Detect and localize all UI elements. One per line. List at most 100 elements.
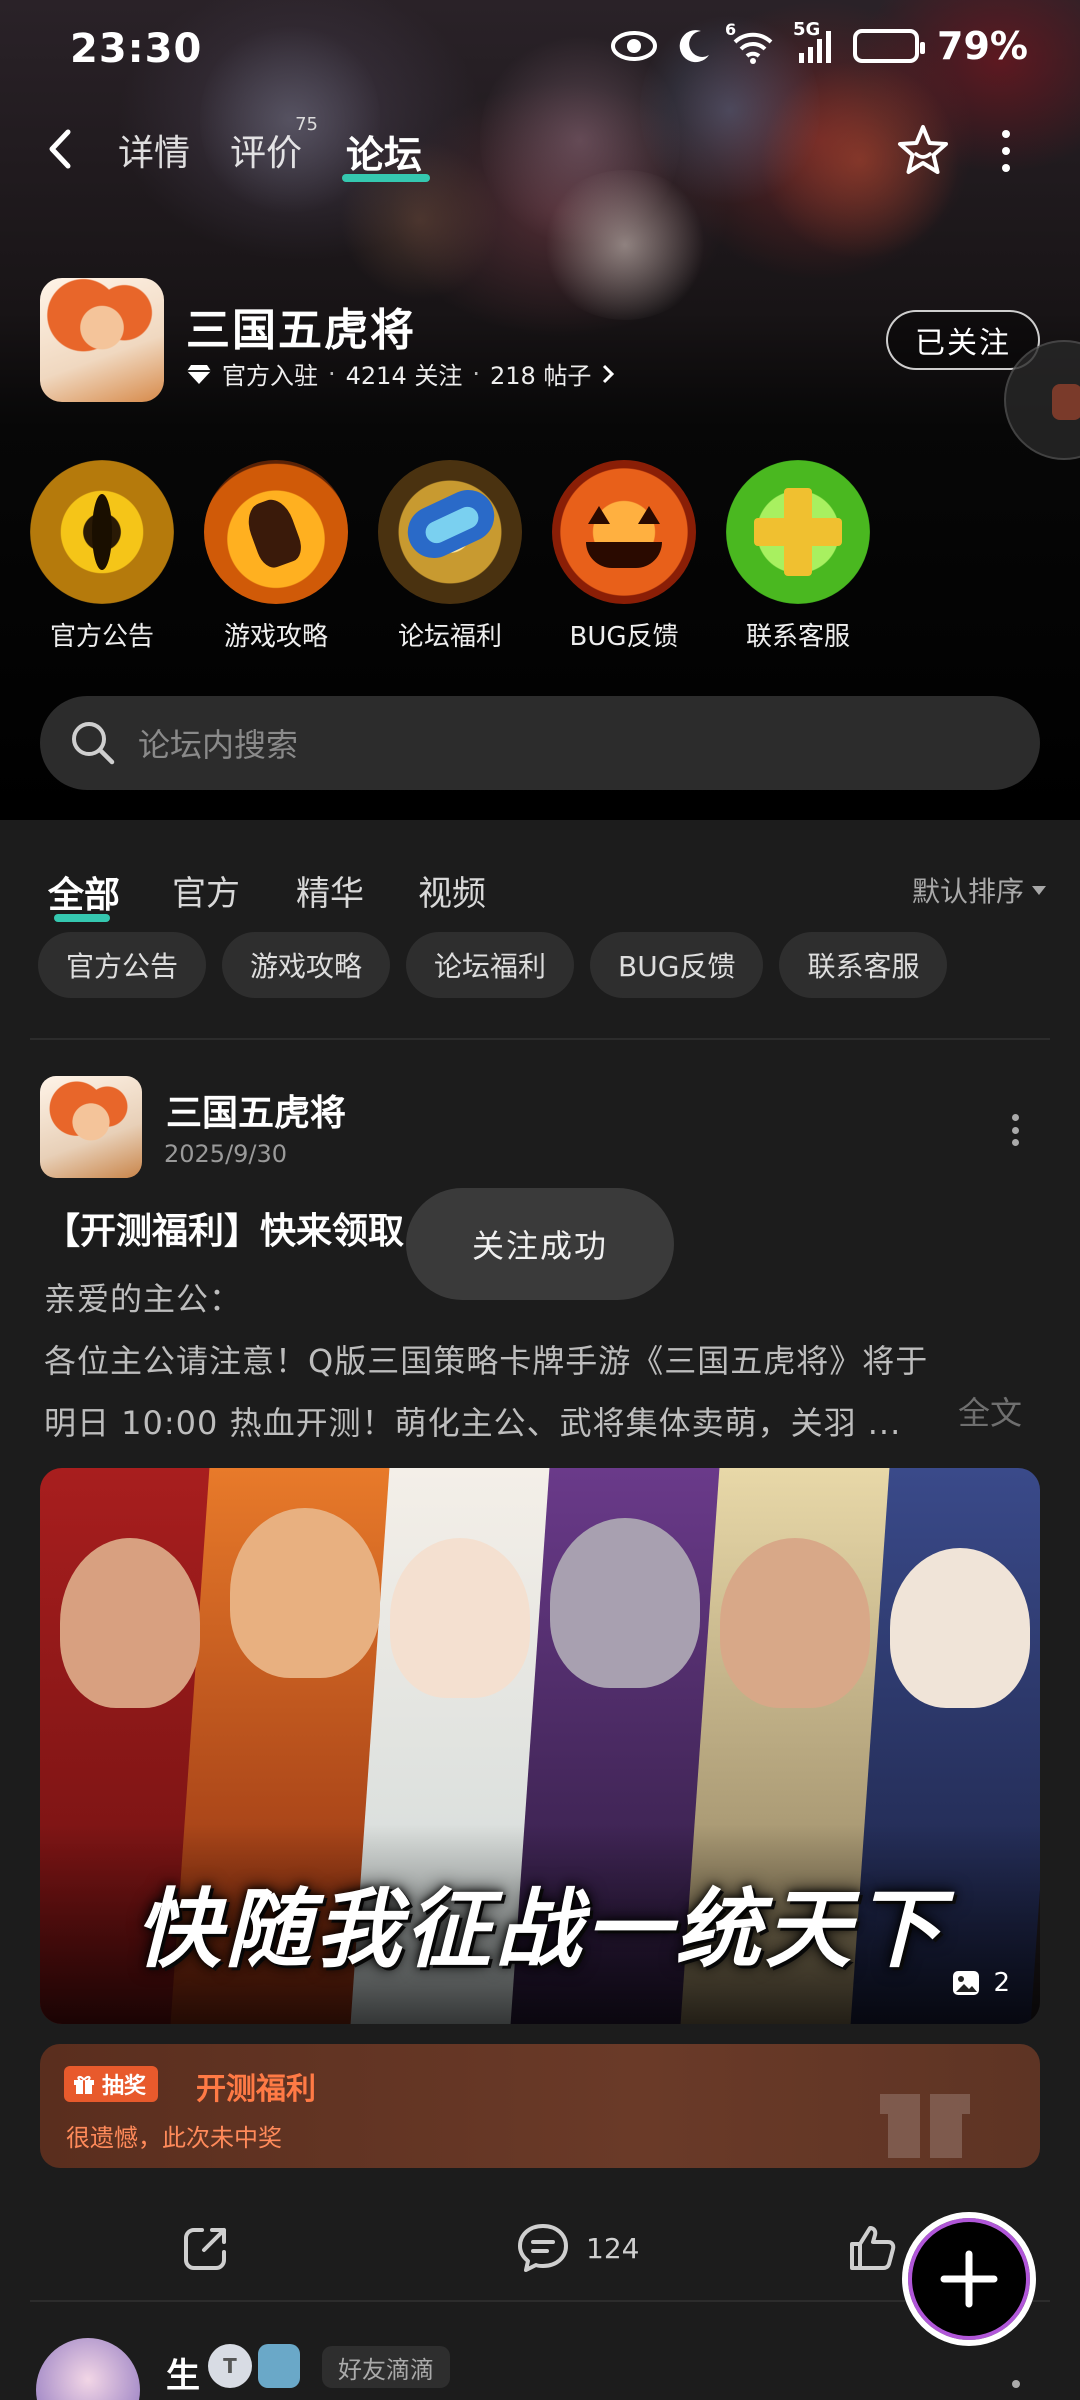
next-post-avatar[interactable] (36, 2338, 140, 2400)
share-icon (184, 2228, 226, 2270)
favorite-button[interactable] (894, 122, 952, 180)
reviews-count-badge: 75 (295, 114, 319, 135)
plus-cross-icon (726, 460, 870, 604)
post-body-line: 明日 10:00 热血开测！萌化主公、武将集体卖萌，关羽 ... (44, 1404, 902, 1442)
level-badge-text: T (223, 2354, 237, 2378)
wifi-icon: 6 (725, 20, 775, 64)
comment-count: 124 (586, 2231, 640, 2265)
feed-tab-official[interactable]: 官方 (172, 866, 240, 915)
post-more-button[interactable] (1010, 1114, 1020, 1146)
status-time: 23:30 (70, 26, 203, 72)
comment-button[interactable]: 124 (516, 2222, 639, 2274)
post-body-line: 各位主公请注意！Q版三国策略卡牌手游《三国五虎将》将于 (44, 1342, 929, 1380)
signal-icon: 5G (793, 19, 835, 65)
category-welfare[interactable]: 论坛福利 (378, 460, 522, 653)
category-label: 官方公告 (49, 622, 154, 652)
comment-icon (518, 2224, 568, 2272)
posts-count: 218 帖子 (490, 362, 592, 390)
tab-reviews[interactable]: 评价 75 (230, 114, 318, 176)
lottery-badge: 抽奖 (64, 2066, 159, 2102)
sort-label: 默认排序 (911, 875, 1024, 908)
chip-guides[interactable]: 游戏攻略 (222, 932, 391, 998)
lottery-result: 很遗憾，此次未中奖 (66, 2124, 282, 2152)
category-label: 游戏攻略 (223, 622, 328, 652)
forum-header: 23:30 6 5G 79% 详情 评价 75 论坛 三国五虎将 官方入驻 · … (0, 0, 1080, 820)
chip-bug-report[interactable]: BUG反馈 (590, 932, 764, 998)
category-shortcuts: 官方公告 游戏攻略 论坛福利 BUG反馈 联系客服 (0, 460, 1080, 660)
wifi-sup-text: 6 (725, 20, 737, 39)
post-title[interactable]: 【开测福利】快来领取 (44, 1202, 444, 1254)
game-icon[interactable] (40, 278, 164, 402)
image-count-text: 2 (993, 1968, 1010, 1998)
thumbs-up-icon (850, 2226, 896, 2270)
plus-icon (940, 2250, 998, 2308)
back-arrow-icon (49, 129, 71, 169)
search-icon (72, 722, 115, 765)
category-label: 联系客服 (745, 622, 850, 652)
search-placeholder: 论坛内搜索 (138, 726, 299, 764)
game-meta[interactable]: 官方入驻 · 4214 关注 · 218 帖子 (186, 356, 615, 391)
pumpkin-icon (552, 460, 696, 604)
feed-tab-featured[interactable]: 精华 (296, 866, 364, 915)
battery-icon (853, 29, 926, 63)
tab-forum[interactable]: 论坛 (346, 124, 422, 179)
more-menu-button[interactable] (996, 130, 1016, 172)
followers-count: 4214 关注 (345, 362, 463, 390)
category-announcements[interactable]: 官方公告 (30, 460, 174, 653)
divider (30, 2300, 1050, 2302)
post-date: 2025/9/30 (164, 1140, 288, 1168)
eye-emblem-icon (30, 460, 174, 604)
post-image[interactable]: 快随我征战一统天下 2 (40, 1468, 1040, 2024)
diamond-icon (187, 364, 211, 384)
eye-icon (611, 30, 658, 62)
full-text-link[interactable]: 全文 (958, 1388, 1022, 1434)
share-button[interactable] (180, 2222, 232, 2274)
star-icon (898, 125, 948, 174)
active-tab-indicator (342, 174, 430, 182)
feed-active-indicator (54, 914, 110, 922)
divider (30, 1038, 1050, 1040)
filter-chips: 官方公告 游戏攻略 论坛福利 BUG反馈 联系客服 (38, 932, 948, 998)
friend-tag: 好友滴滴 (322, 2346, 450, 2388)
forum-feed: 全部 官方 精华 视频 默认排序 官方公告 游戏攻略 论坛福利 BUG反馈 联系… (0, 820, 1080, 2400)
category-label: 论坛福利 (397, 622, 502, 652)
lottery-badge-text: 抽奖 (102, 2074, 147, 2099)
chip-welfare[interactable]: 论坛福利 (406, 932, 575, 998)
chip-announcements[interactable]: 官方公告 (38, 932, 207, 998)
back-button[interactable] (44, 126, 88, 176)
status-bar: 23:30 6 5G 79% (0, 0, 1080, 100)
official-label: 官方入驻 (222, 362, 318, 390)
gift-hand-icon (378, 460, 522, 604)
category-guides[interactable]: 游戏攻略 (204, 460, 348, 653)
feed-tab-all[interactable]: 全部 (48, 866, 120, 918)
sort-dropdown[interactable]: 默认排序 (912, 870, 1046, 910)
battery-percent: 79% (937, 24, 1028, 68)
next-post-author[interactable]: 生 (166, 2348, 200, 2397)
feed-tabs: 全部 官方 精华 视频 默认排序 (0, 850, 1080, 922)
image-icon (953, 1971, 980, 1995)
lottery-title: 开测福利 (196, 2072, 316, 2107)
level-badge-icon: T (208, 2344, 252, 2388)
category-label: BUG反馈 (569, 622, 679, 652)
status-icons: 6 5G 79% (611, 19, 1028, 68)
post-author-name[interactable]: 三国五虎将 (166, 1084, 346, 1136)
toast-message: 关注成功 (406, 1188, 674, 1300)
next-post-more-button[interactable] (1012, 2380, 1020, 2388)
category-customer-service[interactable]: 联系客服 (726, 460, 870, 653)
category-bug-report[interactable]: BUG反馈 (552, 460, 696, 653)
lottery-card[interactable]: 抽奖 开测福利 很遗憾，此次未中奖 (40, 2044, 1040, 2168)
chip-customer-service[interactable]: 联系客服 (779, 932, 948, 998)
tab-details[interactable]: 详情 (118, 124, 190, 176)
game-title: 三国五虎将 (186, 305, 416, 356)
feed-tab-video[interactable]: 视频 (418, 866, 486, 915)
image-count: 2 (951, 1968, 1010, 1998)
forum-search-input[interactable]: 论坛内搜索 (40, 696, 1040, 790)
create-post-button[interactable] (902, 2212, 1036, 2346)
banner-caption: 快随我征战一统天下 (135, 1879, 945, 1980)
top-nav: 详情 评价 75 论坛 (0, 110, 1080, 190)
tab-reviews-label: 评价 (230, 133, 303, 174)
chevron-right-icon (603, 364, 615, 383)
post-author-avatar[interactable] (40, 1076, 142, 1178)
guide-flame-icon (204, 460, 348, 604)
moon-icon (675, 27, 713, 65)
